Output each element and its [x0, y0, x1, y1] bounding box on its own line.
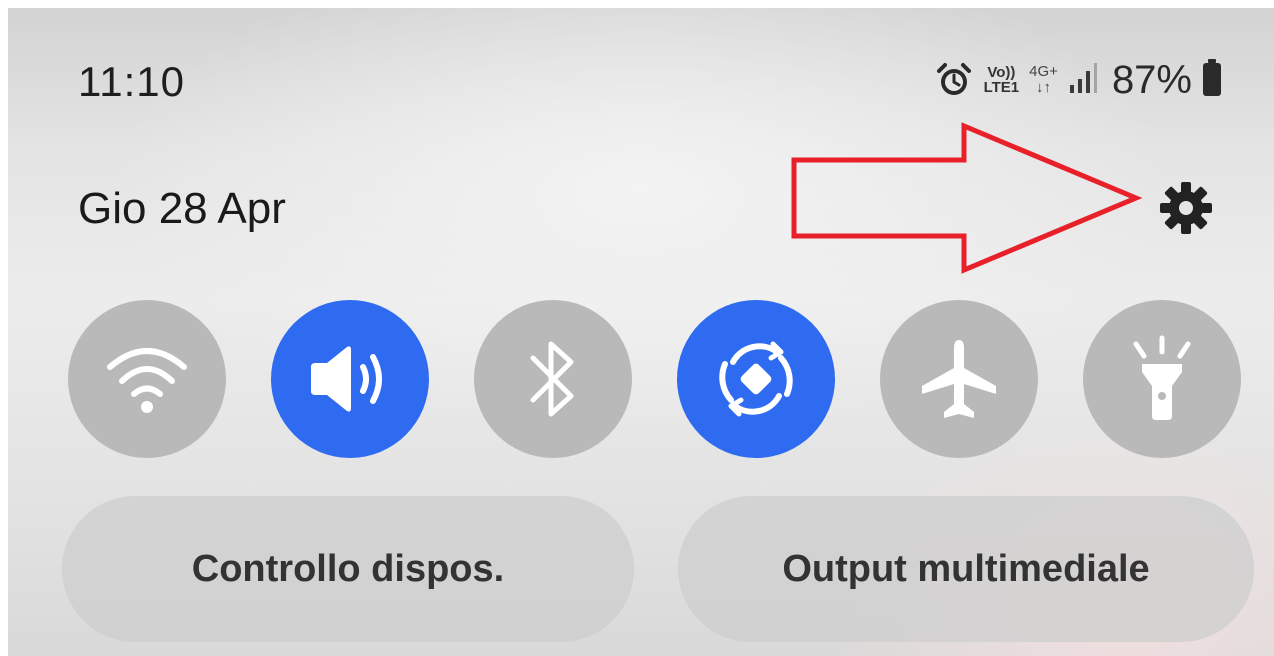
network-4g-icon: 4G+ ↓↑: [1029, 64, 1058, 96]
wifi-icon: [107, 348, 187, 413]
auto-rotate-tile[interactable]: [677, 300, 835, 458]
flashlight-tile[interactable]: [1083, 300, 1241, 458]
volume-icon: [311, 346, 382, 412]
flashlight-icon: [1133, 335, 1191, 420]
bluetooth-icon: [530, 341, 574, 417]
airplane-icon: [922, 340, 996, 418]
media-output-button[interactable]: Output multimediale: [678, 496, 1254, 642]
bluetooth-tile[interactable]: [474, 300, 632, 458]
quick-tiles-row: [68, 300, 1248, 460]
network-type-label: 4G+: [1029, 63, 1058, 80]
gear-icon: [1160, 182, 1212, 234]
device-control-label: Controllo dispos.: [191, 547, 505, 590]
clock: 11:10: [78, 58, 185, 105]
volte-bottom-label: LTE1: [983, 79, 1020, 96]
battery-icon: [1202, 58, 1222, 102]
volte-icon: Vo)) LTE1: [984, 65, 1020, 95]
volte-top-label: Vo)): [987, 64, 1016, 81]
wifi-tile[interactable]: [68, 300, 226, 458]
quick-settings-panel: 11:10 Vo)) LTE1 4G+ ↓↑ 87% Gio 28 Apr Co…: [8, 8, 1274, 656]
network-arrows-label: ↓↑: [1036, 79, 1052, 96]
signal-icon: [1068, 61, 1098, 100]
media-output-label: Output multimediale: [782, 547, 1150, 590]
rotate-icon: [719, 341, 793, 417]
battery-percent: 87%: [1111, 57, 1192, 102]
device-control-button[interactable]: Controllo dispos.: [62, 496, 634, 642]
status-icons: Vo)) LTE1 4G+ ↓↑ 87%: [934, 52, 1222, 108]
red-arrow-annotation: [791, 122, 1143, 274]
date-label: Gio 28 Apr: [78, 184, 286, 233]
settings-button[interactable]: [1154, 176, 1218, 240]
sound-tile[interactable]: [271, 300, 429, 458]
airplane-tile[interactable]: [880, 300, 1038, 458]
alarm-icon: [934, 60, 974, 100]
status-bar: 11:10 Vo)) LTE1 4G+ ↓↑ 87%: [8, 8, 1274, 138]
